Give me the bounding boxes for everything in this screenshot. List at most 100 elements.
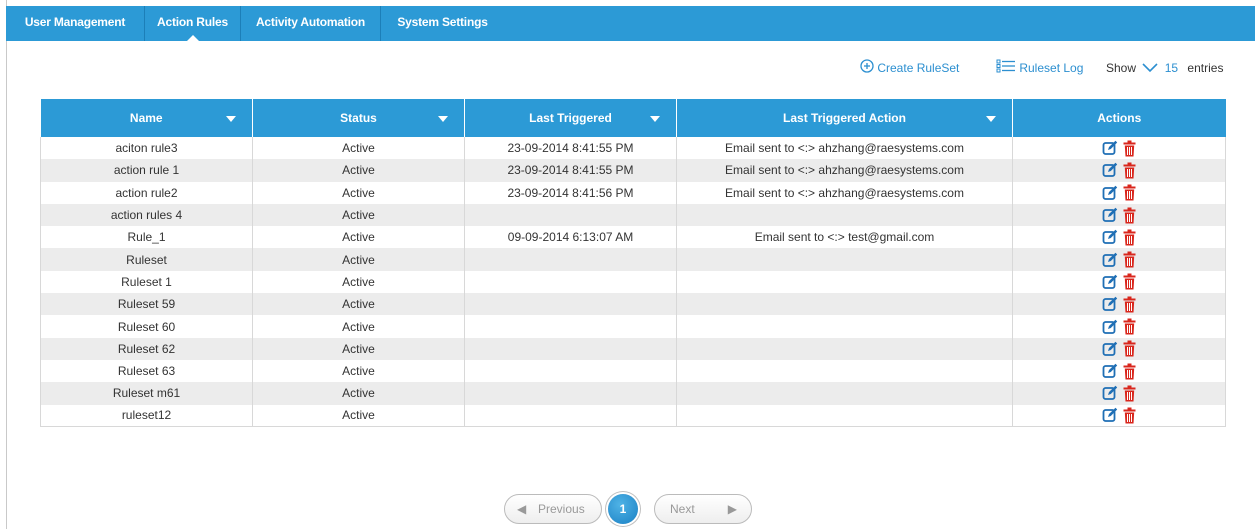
rule-name-cell: action rule 1: [40, 159, 253, 182]
trash-icon[interactable]: [1123, 296, 1136, 313]
show-label: Show: [1106, 61, 1137, 75]
rule-name-cell: Ruleset 63: [40, 359, 253, 383]
previous-label: Previous: [538, 502, 585, 516]
edit-icon[interactable]: [1102, 341, 1118, 357]
rule-name-cell: Ruleset: [40, 248, 253, 271]
rule-name-cell: action rule2: [40, 181, 253, 204]
column-header-status[interactable]: Status: [252, 99, 465, 137]
ruleset-log-link[interactable]: Ruleset Log: [996, 58, 1083, 78]
table-row[interactable]: Ruleset 62 Active: [40, 337, 1226, 360]
edit-icon[interactable]: [1102, 207, 1118, 223]
last-triggered-cell: 09-09-2014 6:13:07 AM: [464, 226, 677, 249]
column-header-last-triggered-action[interactable]: Last Triggered Action: [676, 99, 1013, 137]
table-row[interactable]: Ruleset 60 Active: [40, 315, 1226, 338]
table-row[interactable]: Rule_1 Active 09-09-2014 6:13:07 AM Email s…: [40, 226, 1226, 249]
edit-icon[interactable]: [1102, 319, 1118, 335]
actions-cell: [1012, 404, 1226, 428]
actions-cell: [1012, 248, 1226, 271]
last-triggered-cell: [464, 270, 677, 294]
actions-cell: [1012, 293, 1226, 316]
actions-cell: [1012, 337, 1226, 360]
trash-icon[interactable]: [1123, 207, 1136, 224]
trash-icon[interactable]: [1123, 407, 1136, 424]
last-triggered-cell: [464, 315, 677, 338]
edit-icon[interactable]: [1102, 296, 1118, 312]
list-icon: [996, 59, 1016, 79]
trash-icon[interactable]: [1123, 318, 1136, 335]
rule-name-cell: Ruleset 62: [40, 337, 253, 360]
trash-icon[interactable]: [1123, 363, 1136, 380]
edit-icon[interactable]: [1102, 385, 1118, 401]
trash-icon[interactable]: [1123, 385, 1136, 402]
tab-activity-automation[interactable]: Activity Automation: [241, 6, 380, 41]
entries-count[interactable]: 15: [1165, 61, 1178, 75]
table-row[interactable]: Ruleset Active: [40, 248, 1226, 271]
top-tab-bar: User Management Action Rules Activity Au…: [6, 6, 1255, 41]
last-action-cell: [676, 248, 1013, 271]
table-row[interactable]: ruleset12 Active: [40, 404, 1226, 428]
last-action-cell: [676, 293, 1013, 316]
edit-icon[interactable]: [1102, 252, 1118, 268]
last-action-cell: [676, 315, 1013, 338]
trash-icon[interactable]: [1123, 162, 1136, 179]
last-action-cell: [676, 404, 1013, 428]
last-action-cell: Email sent to <:> ahzhang@raesystems.com: [676, 181, 1013, 204]
trash-icon[interactable]: [1123, 140, 1136, 157]
actions-cell: [1012, 159, 1226, 182]
trash-icon[interactable]: [1123, 340, 1136, 357]
page-1-button[interactable]: 1: [608, 494, 638, 524]
status-cell: Active: [252, 203, 465, 227]
sort-arrow-icon[interactable]: [226, 116, 236, 122]
tab-system-settings[interactable]: System Settings: [381, 6, 504, 41]
next-label: Next: [670, 502, 695, 516]
last-triggered-cell: [464, 404, 677, 428]
trash-icon[interactable]: [1123, 273, 1136, 290]
edit-icon[interactable]: [1102, 274, 1118, 290]
pagination: ◀ Previous 1 Next ▶: [504, 494, 754, 524]
rule-name-cell: Rule_1: [40, 226, 253, 249]
table-row[interactable]: aciton rule3 Active 23-09-2014 8:41:55 PM E…: [40, 137, 1226, 160]
status-cell: Active: [252, 359, 465, 383]
last-triggered-cell: [464, 203, 677, 227]
table-row[interactable]: Ruleset 59 Active: [40, 293, 1226, 316]
next-button[interactable]: Next ▶: [654, 494, 752, 524]
edit-icon[interactable]: [1102, 407, 1118, 423]
rule-name-cell: Ruleset m61: [40, 382, 253, 405]
table-row[interactable]: Ruleset m61 Active: [40, 382, 1226, 405]
status-cell: Active: [252, 404, 465, 428]
previous-button[interactable]: ◀ Previous: [504, 494, 602, 524]
edit-icon[interactable]: [1102, 162, 1118, 178]
column-header-name[interactable]: Name: [40, 99, 253, 137]
edit-icon[interactable]: [1102, 363, 1118, 379]
table-row[interactable]: Ruleset 1 Active: [40, 270, 1226, 294]
last-triggered-cell: [464, 293, 677, 316]
rule-name-cell: Ruleset 60: [40, 315, 253, 338]
status-cell: Active: [252, 293, 465, 316]
entries-label: entries: [1187, 61, 1224, 75]
entries-selector: Show 15 entries: [1106, 58, 1223, 78]
last-triggered-cell: 23-09-2014 8:41:56 PM: [464, 181, 677, 204]
sort-arrow-icon[interactable]: [438, 116, 448, 122]
column-header-last-triggered[interactable]: Last Triggered: [464, 99, 677, 137]
status-cell: Active: [252, 137, 465, 160]
edit-icon[interactable]: [1102, 140, 1118, 156]
rule-name-cell: aciton rule3: [40, 137, 253, 160]
edit-icon[interactable]: [1102, 229, 1118, 245]
tab-user-management[interactable]: User Management: [6, 6, 144, 41]
status-cell: Active: [252, 315, 465, 338]
sort-arrow-icon[interactable]: [650, 116, 660, 122]
chevron-down-icon[interactable]: [1142, 59, 1158, 79]
last-action-cell: Email sent to <:> test@gmail.com: [676, 226, 1013, 249]
table-row[interactable]: action rules 4 Active: [40, 203, 1226, 227]
sort-arrow-icon[interactable]: [986, 116, 996, 122]
table-row[interactable]: action rule 1 Active 23-09-2014 8:41:55 PM…: [40, 159, 1226, 182]
trash-icon[interactable]: [1123, 184, 1136, 201]
trash-icon[interactable]: [1123, 251, 1136, 268]
table-row[interactable]: Ruleset 63 Active: [40, 359, 1226, 383]
table-row[interactable]: action rule2 Active 23-09-2014 8:41:56 PM E…: [40, 181, 1226, 204]
last-triggered-cell: [464, 382, 677, 405]
create-ruleset-link[interactable]: Create RuleSet: [860, 58, 959, 78]
edit-icon[interactable]: [1102, 185, 1118, 201]
tab-action-rules[interactable]: Action Rules: [145, 6, 240, 41]
trash-icon[interactable]: [1123, 229, 1136, 246]
